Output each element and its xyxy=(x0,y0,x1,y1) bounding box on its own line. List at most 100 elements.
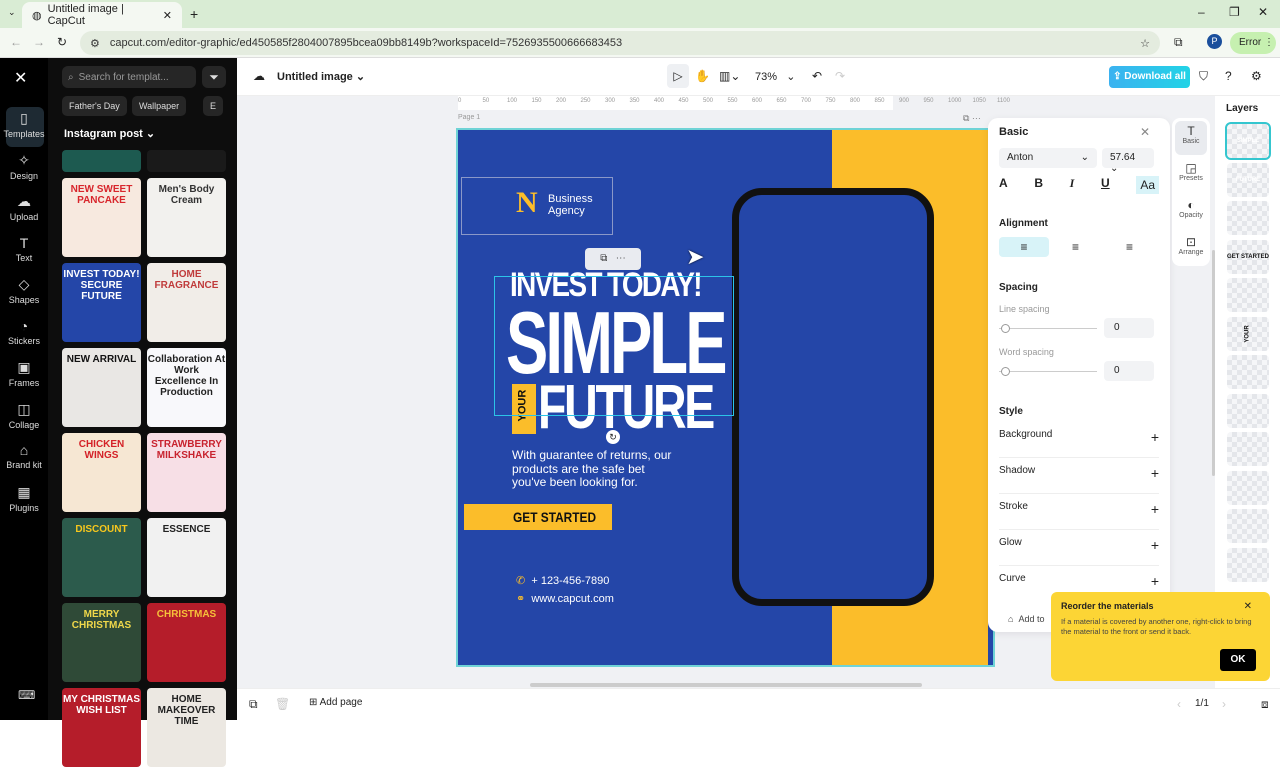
doc-title[interactable]: Untitled image ⌄ xyxy=(277,70,365,83)
layer-item[interactable] xyxy=(1227,547,1269,582)
tab-menu-icon[interactable]: ⌄ xyxy=(8,7,16,18)
new-tab-icon[interactable]: + xyxy=(190,6,198,22)
forward-icon[interactable]: → xyxy=(33,35,45,49)
body-text[interactable]: With guarantee of returns, our products … xyxy=(512,448,682,490)
chip-wallpaper[interactable]: Wallpaper xyxy=(132,96,187,116)
star-icon[interactable]: ☆ xyxy=(1140,37,1150,50)
rail-item-collage[interactable]: ◫ Collage xyxy=(0,401,48,430)
layer-item[interactable] xyxy=(1227,432,1269,466)
rail-item-plugins[interactable]: ▦ Plugins xyxy=(0,484,48,513)
layers-toggle-icon[interactable]: ⧈ xyxy=(1261,697,1269,712)
rail-item-frames[interactable]: ▣ Frames xyxy=(0,359,48,388)
template-thumbnail[interactable]: MERRY CHRISTMAS xyxy=(62,603,141,682)
more-icon[interactable]: ⋯ xyxy=(616,253,626,264)
add-page-button[interactable]: ⊞ Add page xyxy=(309,697,362,708)
profile-avatar[interactable]: P xyxy=(1207,34,1222,49)
minimize-icon[interactable]: – xyxy=(1198,5,1205,19)
keyboard-icon[interactable]: ⌨ xyxy=(18,688,35,702)
text-color-icon[interactable]: A xyxy=(999,176,1008,194)
add-icon[interactable]: + xyxy=(1151,465,1159,481)
template-thumbnail[interactable]: DISCOUNT xyxy=(62,518,141,597)
toast-ok-button[interactable]: OK xyxy=(1220,649,1256,671)
rotate-handle-icon[interactable]: ↻ xyxy=(606,430,620,444)
url-input[interactable]: ⚙ capcut.com/editor-graphic/ed450585f2804… xyxy=(80,31,1160,55)
template-thumbnail[interactable]: HOME MAKEOVER TIME xyxy=(147,688,226,767)
rail-item-shapes[interactable]: ◇ Shapes xyxy=(0,276,48,305)
font-size-dropdown[interactable]: 57.64 ⌄ xyxy=(1102,148,1154,174)
template-thumbnail[interactable]: ESSENCE xyxy=(147,518,226,597)
cloud-save-icon[interactable]: ☁ xyxy=(253,69,265,83)
close-window-icon[interactable]: ✕ xyxy=(1258,5,1268,19)
tab-presets[interactable]: ◲ Presets xyxy=(1175,158,1207,192)
download-all-button[interactable]: ⇪ Download all xyxy=(1109,66,1190,88)
hand-tool-icon[interactable]: ✋ xyxy=(695,69,710,83)
help-icon[interactable]: ? xyxy=(1225,69,1232,83)
layout-icon[interactable]: ▥⌄ xyxy=(719,69,740,83)
layer-item[interactable]: FUTURE xyxy=(1227,162,1269,197)
tab-opacity[interactable]: ◐ Opacity xyxy=(1175,195,1207,229)
template-search-input[interactable]: ⌕ Search for templat... xyxy=(62,66,196,88)
rail-item-design[interactable]: ✧ Design xyxy=(0,152,48,181)
get-started-button[interactable]: GET STARTED xyxy=(464,504,612,530)
add-icon[interactable]: + xyxy=(1151,573,1159,589)
layer-item[interactable]: GET STARTED xyxy=(1227,239,1269,274)
template-thumbnail[interactable]: MY CHRISTMAS WISH LIST xyxy=(62,688,141,767)
bold-icon[interactable]: B xyxy=(1034,176,1043,194)
add-icon[interactable]: + xyxy=(1151,429,1159,445)
selection-box[interactable] xyxy=(494,276,734,416)
style-shadow[interactable]: Shadow + xyxy=(999,465,1159,494)
template-thumbnail[interactable]: Men's Body Cream xyxy=(147,178,226,257)
layer-item[interactable] xyxy=(1227,393,1269,428)
align-left-icon[interactable]: ≡ xyxy=(999,237,1049,257)
font-dropdown[interactable]: Anton ⌄ xyxy=(999,148,1097,168)
close-tab-icon[interactable]: ✕ xyxy=(163,9,172,22)
underline-icon[interactable]: U xyxy=(1101,176,1110,194)
style-stroke[interactable]: Stroke + xyxy=(999,501,1159,530)
filter-icon[interactable]: ⏷ xyxy=(202,66,226,88)
style-curve[interactable]: Curve + xyxy=(999,573,1159,589)
word-spacing-slider[interactable] xyxy=(999,367,1097,376)
template-thumbnail[interactable] xyxy=(62,150,141,172)
layer-item[interactable] xyxy=(1227,278,1269,312)
website-line[interactable]: ⚭ www.capcut.com xyxy=(516,592,614,605)
close-toast-icon[interactable]: ✕ xyxy=(1244,601,1252,612)
line-spacing-slider[interactable] xyxy=(999,324,1097,333)
chip-more[interactable]: E xyxy=(203,96,224,116)
redo-icon[interactable]: ↷ xyxy=(835,69,845,83)
delete-icon[interactable]: 🗑 xyxy=(275,697,290,711)
case-icon[interactable]: Aa xyxy=(1136,176,1159,194)
template-thumbnail[interactable]: HOME FRAGRANCE xyxy=(147,263,226,342)
add-icon[interactable]: + xyxy=(1151,501,1159,517)
duplicate-page-icon[interactable]: ⧉ ⋯ xyxy=(963,113,981,124)
zoom-dropdown[interactable]: 73% ⌄ xyxy=(755,70,795,83)
selection-toolbar[interactable]: ⧉ ⋯ xyxy=(585,248,641,270)
template-thumbnail[interactable] xyxy=(147,150,226,172)
prev-page-icon[interactable]: ‹ xyxy=(1177,697,1181,711)
tab-arrange[interactable]: ⊡ Arrange xyxy=(1175,232,1207,266)
line-spacing-input[interactable]: 0 xyxy=(1104,318,1154,338)
add-icon[interactable]: + xyxy=(1151,537,1159,553)
rail-item-brand-kit[interactable]: ⌂ Brand kit xyxy=(0,442,48,470)
template-thumbnail[interactable]: STRAWBERRY MILKSHAKE xyxy=(147,433,226,512)
tab-basic[interactable]: T Basic xyxy=(1175,121,1207,155)
brand-name[interactable]: Business Agency xyxy=(548,193,608,217)
rail-item-stickers[interactable]: ◔ Stickers xyxy=(0,318,48,346)
rail-item-text[interactable]: T Text xyxy=(0,235,48,263)
undo-icon[interactable]: ↶ xyxy=(812,69,822,83)
rail-item-upload[interactable]: ☁ Upload xyxy=(0,193,48,222)
template-thumbnail[interactable]: NEW SWEET PANCAKE xyxy=(62,178,141,257)
design-canvas[interactable]: N Business Agency INVEST TODAY! SIMPLE Y… xyxy=(456,128,995,667)
word-spacing-input[interactable]: 0 xyxy=(1104,361,1154,381)
style-glow[interactable]: Glow + xyxy=(999,537,1159,566)
add-to-brand-button[interactable]: ⌂ Add to xyxy=(1008,614,1044,624)
phone-mockup[interactable] xyxy=(732,188,934,606)
rail-item-templates[interactable]: ▯ Templates xyxy=(0,110,48,139)
extensions-icon[interactable]: ⧉ xyxy=(1174,35,1183,50)
category-dropdown[interactable]: Instagram post ⌄ xyxy=(64,127,155,140)
site-settings-icon[interactable]: ⚙ xyxy=(90,37,100,50)
next-page-icon[interactable]: › xyxy=(1222,697,1226,711)
close-panel-icon[interactable]: ✕ xyxy=(1140,125,1150,139)
template-thumbnail[interactable]: INVEST TODAY! SECURE FUTURE xyxy=(62,263,141,342)
template-thumbnail[interactable]: CHICKEN WINGS xyxy=(62,433,141,512)
align-center-icon[interactable]: ≡ xyxy=(1072,240,1079,254)
